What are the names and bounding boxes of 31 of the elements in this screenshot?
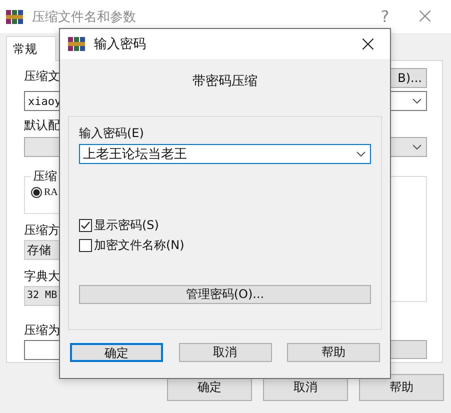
dialog-title: 输入密码	[94, 36, 146, 53]
close-button[interactable]: ×	[348, 30, 388, 58]
dialog-button[interactable]: 帮助	[359, 374, 444, 401]
dialog-heading: 带密码压缩	[192, 73, 258, 90]
field-label: 压缩方	[24, 222, 60, 238]
dialog-button[interactable]: 帮助	[287, 343, 380, 362]
field-label: 压缩为	[24, 322, 60, 338]
checkbox-label: 加密文件名称(N)	[94, 238, 184, 252]
field-label: 默认配	[24, 117, 60, 133]
checkbox[interactable]	[79, 238, 92, 252]
help-button[interactable]: ?	[365, 2, 405, 30]
archive-books-icon	[68, 36, 86, 52]
manage-passwords-button[interactable]: 管理密码(O)...	[79, 285, 371, 304]
chevron-down-icon	[412, 98, 422, 104]
window-title: 压缩文件名和参数	[32, 8, 136, 26]
close-button[interactable]: ×	[405, 2, 445, 30]
dialog-button[interactable]: 确定	[70, 343, 163, 362]
chevron-down-icon	[356, 151, 366, 157]
chevron-down-icon	[412, 144, 422, 150]
radio-label: RA	[44, 187, 58, 198]
archive-books-icon	[6, 8, 24, 24]
password-field[interactable]: 上老王论坛当老王	[79, 144, 371, 164]
checkbox-label: 显示密码(S)	[94, 218, 159, 232]
password-label: 输入密码(E)	[79, 125, 144, 141]
radio-button[interactable]	[31, 187, 42, 198]
field-label: 字典大	[24, 268, 60, 284]
field-label: 压缩文	[24, 68, 60, 84]
group-label: 压缩	[31, 169, 59, 183]
dialog-button[interactable]: 取消	[178, 343, 272, 362]
tab[interactable]: 常规	[6, 36, 56, 61]
checkbox[interactable]	[79, 218, 92, 232]
